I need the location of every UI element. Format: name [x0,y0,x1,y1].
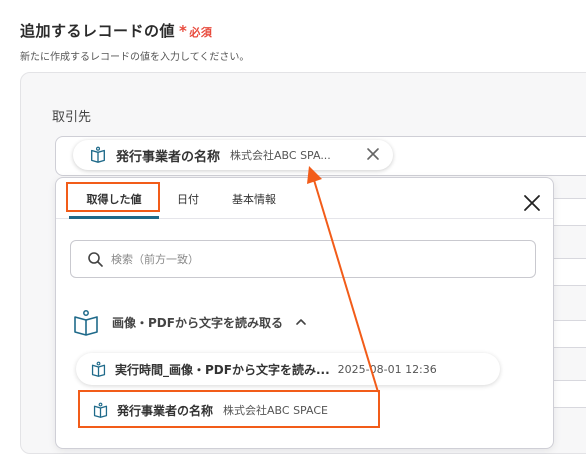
required-label: 必須 [189,26,213,39]
book-icon [91,361,106,377]
item-name: 実行時間_画像・PDFから文字を読み... [115,362,330,377]
list-item-execution-time[interactable]: 実行時間_画像・PDFから文字を読み... 2025-08-01 12:36 [76,353,500,385]
item-value: 2025-08-01 12:36 [337,362,437,376]
section-title-text: 追加するレコードの値 [20,22,176,40]
search-field[interactable] [70,240,536,278]
section-description: 新たに作成するレコードの値を入力してください。 [20,52,250,63]
other-field-edge [550,258,586,286]
group-label: 画像・PDFから文字を読み取る [112,315,283,330]
tab-basic-info[interactable]: 基本情報 [224,186,284,212]
active-tab-indicator [69,216,159,219]
item-name: 発行事業者の名称 [117,403,214,418]
other-field-edge [550,320,586,348]
search-input[interactable] [109,251,493,267]
list-item-issuer-name[interactable]: 発行事業者の名称 株式会社ABC SPACE [78,394,374,426]
chip-value: 株式会社ABC SPA... [230,149,331,162]
tab-date[interactable]: 日付 [168,186,208,212]
other-field-edge [550,198,586,226]
book-icon [91,146,105,163]
section-title: 追加するレコードの値 * 必須 [20,20,212,41]
required-star: * [179,22,188,40]
book-reader-icon [74,310,98,336]
tab-label: 取得した値 [86,193,142,206]
close-icon[interactable] [365,146,381,162]
selected-value-chip[interactable]: 発行事業者の名称 株式会社ABC SPA... [73,140,393,170]
item-value: 株式会社ABC SPACE [223,404,328,417]
chevron-up-icon[interactable] [295,316,307,328]
group-header-ocr[interactable]: 画像・PDFから文字を読み取る [72,306,307,338]
book-icon [93,402,108,418]
tab-acquired-values[interactable]: 取得した値 [69,186,159,212]
close-icon[interactable] [523,194,541,212]
other-field-edge [550,380,586,408]
field-label-torihikisaki: 取引先 [52,110,92,125]
tab-bar: 取得した値 日付 基本情報 [56,178,553,219]
chip-name: 発行事業者の名称 [116,149,221,165]
tab-label: 基本情報 [232,193,276,206]
search-icon [88,252,103,267]
tab-label: 日付 [177,193,199,206]
